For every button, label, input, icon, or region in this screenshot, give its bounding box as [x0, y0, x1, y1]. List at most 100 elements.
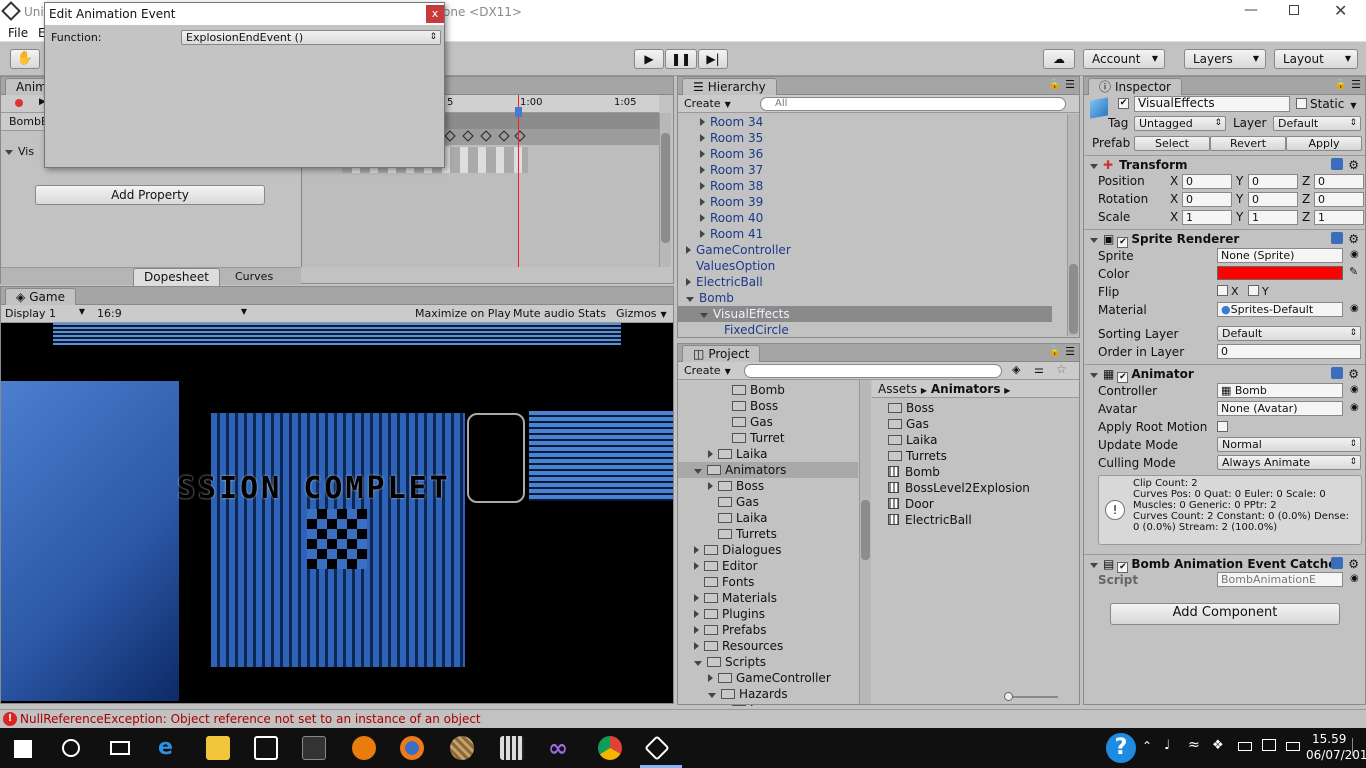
visual-studio-icon[interactable]: ∞ [548, 736, 572, 760]
project-folder-item[interactable]: Lasers [678, 702, 858, 706]
hierarchy-item[interactable]: GameController [678, 242, 1052, 258]
collapse-icon[interactable] [700, 214, 705, 222]
project-folder-item[interactable]: Prefabs [678, 622, 858, 638]
gear-icon[interactable]: ⚙ [1348, 365, 1359, 383]
project-search-input[interactable] [744, 364, 1002, 378]
layout-dropdown[interactable]: Layout ▼ [1274, 49, 1358, 69]
collapse-icon[interactable] [700, 230, 705, 238]
sprite-field[interactable]: None (Sprite) [1217, 248, 1343, 263]
collapse-icon[interactable] [686, 278, 691, 286]
animator-header[interactable]: ▦Animator ⚙ [1084, 364, 1365, 383]
wifi-icon[interactable]: ≈ [1188, 737, 1200, 753]
sorting-layer-dropdown[interactable]: Default [1217, 326, 1361, 341]
chevron-up-icon[interactable]: ⌃ [1142, 739, 1152, 753]
gameobject-name-field[interactable]: VisualEffects [1134, 96, 1290, 112]
expand-icon[interactable] [708, 674, 713, 682]
keyframe-icon[interactable] [462, 130, 474, 142]
help-icon[interactable] [1331, 232, 1343, 244]
filter-type-icon[interactable]: ◈ [1012, 363, 1020, 376]
keyframe-icon[interactable] [498, 130, 510, 142]
hierarchy-item[interactable]: Room 40 [678, 210, 1052, 226]
collapse-icon[interactable] [686, 246, 691, 254]
project-folder-item[interactable]: Laika [678, 510, 858, 526]
cortana-icon[interactable] [62, 739, 80, 757]
asset-item[interactable]: Gas [888, 416, 929, 432]
lock-icon[interactable]: 🔒 [1335, 79, 1347, 90]
order-in-layer-field[interactable]: 0 [1217, 344, 1361, 359]
eyedropper-icon[interactable]: ✎ [1349, 265, 1358, 278]
asset-item[interactable]: BossLevel2Explosion [888, 480, 1030, 496]
project-folder-item[interactable]: Gas [678, 414, 858, 430]
game-viewport[interactable]: SSION COMPLET [1, 323, 673, 703]
hierarchy-item[interactable]: Room 37 [678, 162, 1052, 178]
project-folder-item[interactable]: Turret [678, 430, 858, 446]
gear-icon[interactable]: ⚙ [1348, 156, 1359, 174]
pos-y-field[interactable]: 0 [1248, 174, 1298, 189]
icon-size-slider[interactable] [1004, 692, 1058, 701]
asset-item[interactable]: Bomb [888, 464, 940, 480]
expand-icon[interactable] [694, 661, 702, 666]
update-mode-dropdown[interactable]: Normal [1217, 437, 1361, 452]
stats-toggle[interactable]: Stats [578, 307, 606, 320]
hierarchy-create-dropdown[interactable]: Create ▼ [684, 97, 731, 110]
step-button[interactable]: ▶| [698, 49, 728, 69]
collapse-icon[interactable] [700, 182, 705, 190]
terminal-icon[interactable] [302, 736, 326, 760]
project-folder-item[interactable]: Hazards [678, 686, 858, 702]
tag-dropdown[interactable]: Untagged [1134, 116, 1226, 131]
active-checkbox[interactable] [1118, 98, 1129, 109]
tab-curves[interactable]: Curves [221, 270, 287, 283]
expand-icon[interactable] [694, 469, 702, 474]
hierarchy-item[interactable]: ValuesOption [678, 258, 1052, 274]
expand-icon[interactable] [708, 693, 716, 698]
breadcrumb-assets[interactable]: Assets [878, 382, 917, 396]
time-cursor-handle[interactable] [515, 107, 522, 117]
project-folder-item[interactable]: Bomb [678, 382, 858, 398]
project-folder-item[interactable]: Gas [678, 494, 858, 510]
help-icon[interactable] [1331, 158, 1343, 170]
expand-icon[interactable] [694, 594, 699, 602]
project-folder-item[interactable]: Boss [678, 398, 858, 414]
gear-icon[interactable]: ⚙ [1348, 230, 1359, 248]
unity-taskbar-icon[interactable] [644, 735, 670, 761]
project-folder-item[interactable]: GameController [678, 670, 858, 686]
expand-icon[interactable] [708, 450, 713, 458]
display-dropdown[interactable]: Display 1 ▼ [5, 307, 89, 320]
culling-mode-dropdown[interactable]: Always Animate [1217, 455, 1361, 470]
rot-x-field[interactable]: 0 [1182, 192, 1232, 207]
chrome-icon[interactable] [598, 736, 622, 760]
project-folder-item[interactable]: Laika [678, 446, 858, 462]
play-button[interactable]: ▶ [634, 49, 664, 69]
pos-z-field[interactable]: 0 [1314, 174, 1364, 189]
avatar-field[interactable]: None (Avatar) [1217, 401, 1343, 416]
layer-dropdown[interactable]: Default [1273, 116, 1361, 131]
object-picker-icon[interactable]: ◉ [1350, 402, 1359, 413]
minimize-icon[interactable]: — [1244, 2, 1260, 18]
hierarchy-item[interactable]: VisualEffects [678, 306, 1052, 322]
file-explorer-icon[interactable] [206, 736, 230, 760]
scl-y-field[interactable]: 1 [1248, 210, 1298, 225]
blender-icon[interactable] [352, 736, 376, 760]
action-center-icon[interactable] [1352, 738, 1362, 756]
function-dropdown[interactable]: ExplosionEndEvent () [181, 30, 441, 45]
scl-x-field[interactable]: 1 [1182, 210, 1232, 225]
battery-icon[interactable] [1238, 742, 1252, 751]
project-folder-item[interactable]: Scripts [678, 654, 858, 670]
globe-app-icon[interactable] [450, 736, 474, 760]
tab-hierarchy[interactable]: ☰ Hierarchy [682, 78, 777, 95]
hierarchy-item[interactable]: FixedCircle [678, 322, 1052, 338]
animation-scrollbar[interactable] [659, 113, 671, 267]
asset-item[interactable]: Laika [888, 432, 937, 448]
menu-file[interactable]: File [8, 26, 28, 40]
scl-z-field[interactable]: 1 [1314, 210, 1364, 225]
rot-y-field[interactable]: 0 [1248, 192, 1298, 207]
hierarchy-item[interactable]: Room 39 [678, 194, 1052, 210]
notification-icon[interactable] [1262, 739, 1276, 751]
tab-inspector[interactable]: ⓘ Inspector [1088, 78, 1182, 95]
project-folder-item[interactable]: Turrets [678, 526, 858, 542]
help-icon[interactable] [1331, 557, 1343, 569]
time-cursor[interactable] [518, 95, 519, 267]
status-bar[interactable]: ! NullReferenceException: Object referen… [0, 709, 1366, 728]
edge-icon[interactable]: e [158, 736, 182, 760]
dropbox-icon[interactable]: ❖ [1212, 738, 1224, 753]
